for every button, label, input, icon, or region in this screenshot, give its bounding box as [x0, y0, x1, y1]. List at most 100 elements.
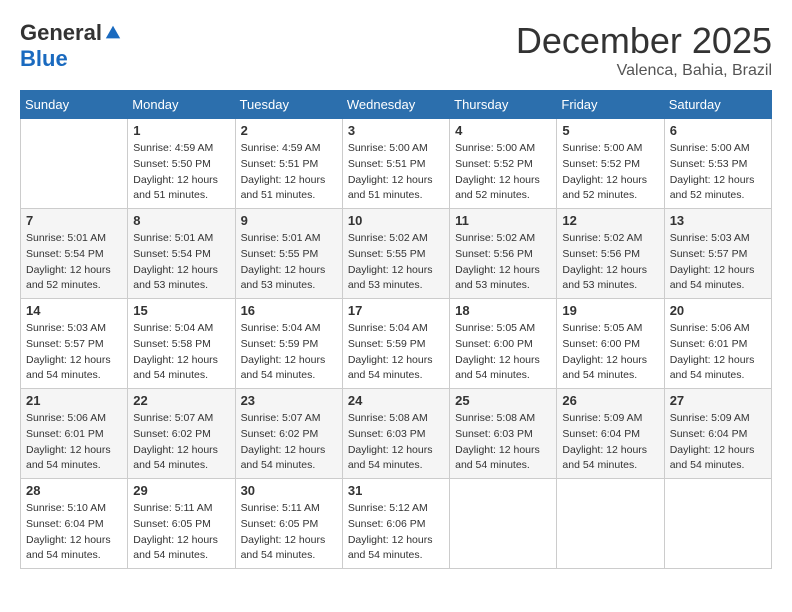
week-row-5: 28 Sunrise: 5:10 AMSunset: 6:04 PMDayligh… [21, 479, 772, 569]
day-info: Sunrise: 5:09 AMSunset: 6:04 PMDaylight:… [670, 411, 766, 474]
day-number: 30 [241, 483, 337, 498]
day-info: Sunrise: 5:01 AMSunset: 5:54 PMDaylight:… [133, 231, 229, 294]
logo: General Blue [20, 20, 122, 72]
calendar-cell: 23 Sunrise: 5:07 AMSunset: 6:02 PMDayligh… [235, 389, 342, 479]
calendar-cell: 30 Sunrise: 5:11 AMSunset: 6:05 PMDayligh… [235, 479, 342, 569]
day-number: 8 [133, 213, 229, 228]
calendar-cell: 20 Sunrise: 5:06 AMSunset: 6:01 PMDayligh… [664, 299, 771, 389]
calendar-cell: 19Sunrise: 5:05 AMSunset: 6:00 PMDayligh… [557, 299, 664, 389]
header-sunday: Sunday [21, 91, 128, 119]
calendar-cell: 8 Sunrise: 5:01 AMSunset: 5:54 PMDaylight… [128, 209, 235, 299]
week-row-4: 21 Sunrise: 5:06 AMSunset: 6:01 PMDayligh… [21, 389, 772, 479]
day-info: Sunrise: 5:07 AMSunset: 6:02 PMDaylight:… [241, 411, 337, 474]
day-number: 11 [455, 213, 551, 228]
calendar-cell [450, 479, 557, 569]
week-row-2: 7 Sunrise: 5:01 AMSunset: 5:54 PMDaylight… [21, 209, 772, 299]
calendar-cell: 25 Sunrise: 5:08 AMSunset: 6:03 PMDayligh… [450, 389, 557, 479]
calendar-cell: 5 Sunrise: 5:00 AMSunset: 5:52 PMDaylight… [557, 119, 664, 209]
day-info: Sunrise: 5:11 AMSunset: 6:05 PMDaylight:… [241, 501, 337, 564]
header-row: SundayMondayTuesdayWednesdayThursdayFrid… [21, 91, 772, 119]
day-number: 22 [133, 393, 229, 408]
logo-blue-text: Blue [20, 46, 68, 72]
calendar-cell: 11 Sunrise: 5:02 AMSunset: 5:56 PMDayligh… [450, 209, 557, 299]
day-info: Sunrise: 5:10 AMSunset: 6:04 PMDaylight:… [26, 501, 122, 564]
calendar-cell: 4Sunrise: 5:00 AMSunset: 5:52 PMDaylight… [450, 119, 557, 209]
day-number: 13 [670, 213, 766, 228]
day-number: 26 [562, 393, 658, 408]
day-info: Sunrise: 5:03 AMSunset: 5:57 PMDaylight:… [670, 231, 766, 294]
calendar-cell: 7 Sunrise: 5:01 AMSunset: 5:54 PMDaylight… [21, 209, 128, 299]
calendar-cell: 29Sunrise: 5:11 AMSunset: 6:05 PMDayligh… [128, 479, 235, 569]
calendar-cell: 13 Sunrise: 5:03 AMSunset: 5:57 PMDayligh… [664, 209, 771, 299]
day-number: 24 [348, 393, 444, 408]
day-number: 1 [133, 123, 229, 138]
day-info: Sunrise: 5:00 AMSunset: 5:52 PMDaylight:… [562, 141, 658, 204]
day-info: Sunrise: 5:00 AMSunset: 5:52 PMDaylight:… [455, 141, 551, 204]
calendar-cell: 31 Sunrise: 5:12 AMSunset: 6:06 PMDayligh… [342, 479, 449, 569]
calendar-cell: 3 Sunrise: 5:00 AMSunset: 5:51 PMDaylight… [342, 119, 449, 209]
calendar-cell: 17Sunrise: 5:04 AMSunset: 5:59 PMDayligh… [342, 299, 449, 389]
day-info: Sunrise: 4:59 AMSunset: 5:50 PMDaylight:… [133, 141, 229, 204]
day-info: Sunrise: 5:08 AMSunset: 6:03 PMDaylight:… [348, 411, 444, 474]
calendar-cell: 1 Sunrise: 4:59 AMSunset: 5:50 PMDaylight… [128, 119, 235, 209]
logo-icon [104, 24, 122, 42]
calendar-cell: 18 Sunrise: 5:05 AMSunset: 6:00 PMDayligh… [450, 299, 557, 389]
calendar-cell: 21 Sunrise: 5:06 AMSunset: 6:01 PMDayligh… [21, 389, 128, 479]
week-row-1: 1 Sunrise: 4:59 AMSunset: 5:50 PMDaylight… [21, 119, 772, 209]
day-info: Sunrise: 5:04 AMSunset: 5:59 PMDaylight:… [241, 321, 337, 384]
day-info: Sunrise: 5:06 AMSunset: 6:01 PMDaylight:… [670, 321, 766, 384]
day-number: 21 [26, 393, 122, 408]
day-number: 7 [26, 213, 122, 228]
day-number: 9 [241, 213, 337, 228]
calendar-cell [21, 119, 128, 209]
day-number: 2 [241, 123, 337, 138]
day-number: 5 [562, 123, 658, 138]
day-info: Sunrise: 5:08 AMSunset: 6:03 PMDaylight:… [455, 411, 551, 474]
day-number: 15 [133, 303, 229, 318]
day-info: Sunrise: 5:05 AMSunset: 6:00 PMDaylight:… [455, 321, 551, 384]
day-number: 31 [348, 483, 444, 498]
day-info: Sunrise: 5:00 AMSunset: 5:53 PMDaylight:… [670, 141, 766, 204]
calendar-cell: 6Sunrise: 5:00 AMSunset: 5:53 PMDaylight… [664, 119, 771, 209]
calendar-cell: 27Sunrise: 5:09 AMSunset: 6:04 PMDayligh… [664, 389, 771, 479]
calendar-cell [664, 479, 771, 569]
day-number: 3 [348, 123, 444, 138]
day-number: 25 [455, 393, 551, 408]
month-title: December 2025 [516, 20, 772, 62]
calendar-cell: 22 Sunrise: 5:07 AMSunset: 6:02 PMDayligh… [128, 389, 235, 479]
header-tuesday: Tuesday [235, 91, 342, 119]
day-info: Sunrise: 5:07 AMSunset: 6:02 PMDaylight:… [133, 411, 229, 474]
day-info: Sunrise: 5:11 AMSunset: 6:05 PMDaylight:… [133, 501, 229, 564]
day-info: Sunrise: 5:00 AMSunset: 5:51 PMDaylight:… [348, 141, 444, 204]
day-info: Sunrise: 5:12 AMSunset: 6:06 PMDaylight:… [348, 501, 444, 564]
calendar-cell [557, 479, 664, 569]
calendar-cell: 9 Sunrise: 5:01 AMSunset: 5:55 PMDaylight… [235, 209, 342, 299]
day-number: 18 [455, 303, 551, 318]
header-saturday: Saturday [664, 91, 771, 119]
day-number: 23 [241, 393, 337, 408]
day-info: Sunrise: 5:09 AMSunset: 6:04 PMDaylight:… [562, 411, 658, 474]
day-number: 28 [26, 483, 122, 498]
day-info: Sunrise: 5:02 AMSunset: 5:56 PMDaylight:… [455, 231, 551, 294]
logo-general-text: General [20, 20, 102, 46]
day-info: Sunrise: 5:02 AMSunset: 5:55 PMDaylight:… [348, 231, 444, 294]
calendar-cell: 26 Sunrise: 5:09 AMSunset: 6:04 PMDayligh… [557, 389, 664, 479]
calendar-cell: 15 Sunrise: 5:04 AMSunset: 5:58 PMDayligh… [128, 299, 235, 389]
day-info: Sunrise: 5:01 AMSunset: 5:55 PMDaylight:… [241, 231, 337, 294]
week-row-3: 14Sunrise: 5:03 AMSunset: 5:57 PMDayligh… [21, 299, 772, 389]
header-thursday: Thursday [450, 91, 557, 119]
calendar-cell: 10 Sunrise: 5:02 AMSunset: 5:55 PMDayligh… [342, 209, 449, 299]
day-info: Sunrise: 4:59 AMSunset: 5:51 PMDaylight:… [241, 141, 337, 204]
day-info: Sunrise: 5:04 AMSunset: 5:58 PMDaylight:… [133, 321, 229, 384]
header-monday: Monday [128, 91, 235, 119]
day-number: 12 [562, 213, 658, 228]
day-info: Sunrise: 5:01 AMSunset: 5:54 PMDaylight:… [26, 231, 122, 294]
day-number: 10 [348, 213, 444, 228]
location: Valenca, Bahia, Brazil [516, 62, 772, 80]
day-info: Sunrise: 5:06 AMSunset: 6:01 PMDaylight:… [26, 411, 122, 474]
calendar-cell: 16Sunrise: 5:04 AMSunset: 5:59 PMDayligh… [235, 299, 342, 389]
calendar-cell: 24 Sunrise: 5:08 AMSunset: 6:03 PMDayligh… [342, 389, 449, 479]
calendar-cell: 12Sunrise: 5:02 AMSunset: 5:56 PMDayligh… [557, 209, 664, 299]
day-number: 20 [670, 303, 766, 318]
calendar-table: SundayMondayTuesdayWednesdayThursdayFrid… [20, 90, 772, 569]
